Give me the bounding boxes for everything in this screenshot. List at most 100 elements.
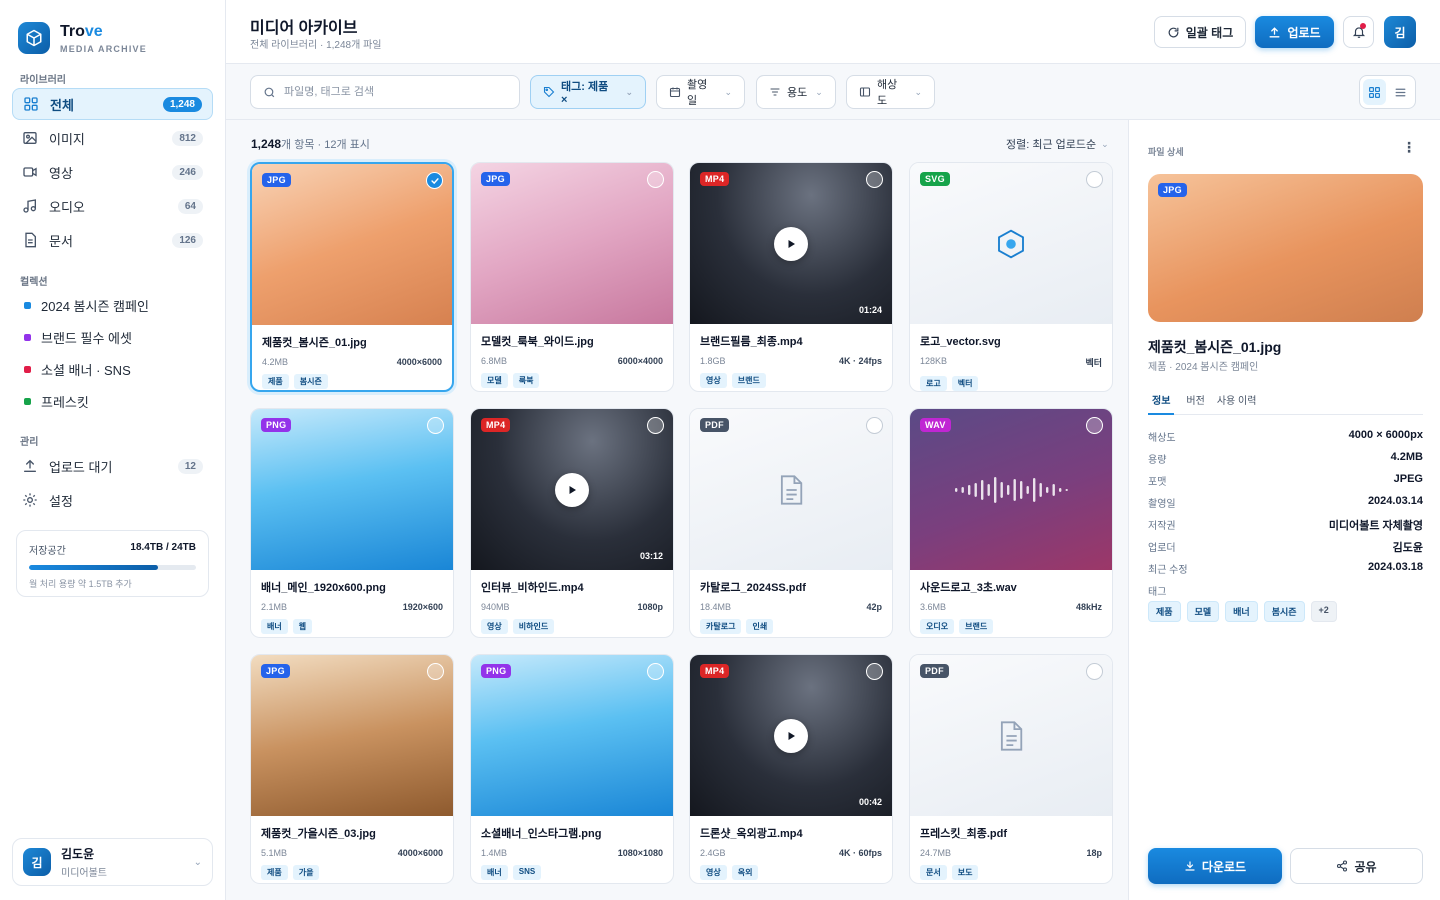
tag-chip[interactable]: 모델 [481, 373, 508, 388]
list-view-button[interactable] [1389, 79, 1412, 105]
detail-tag-chip[interactable]: 배너 [1225, 601, 1258, 622]
select-checkbox[interactable] [1086, 663, 1103, 680]
file-card[interactable]: SVG 로고_vector.svg 128KB 벡터 로고 벡터 [909, 162, 1113, 392]
detail-tag-chip[interactable]: 제품 [1148, 601, 1181, 622]
filter-filter[interactable]: 용도 ⌄ [756, 75, 836, 109]
file-card[interactable]: PDF 카탈로그_2024SS.pdf 18.4MB 42p 카탈로그 인쇄 [689, 408, 893, 638]
bulk-tag-button[interactable]: 일괄 태그 [1154, 16, 1246, 48]
file-info: 제품컷_봄시즌_01.jpg 4.2MB 4000×6000 제품 봄시즌 [262, 334, 442, 389]
tag-chip[interactable]: 영상 [700, 373, 727, 388]
tag-chip[interactable]: 로고 [920, 376, 947, 391]
sidebar-item-video[interactable]: 영상 246 [12, 156, 213, 188]
file-card[interactable]: MP4 00:42 드론샷_옥외광고.mp4 2.4GB 4K · 60fps 영상 옥외 [689, 654, 893, 884]
file-card[interactable]: PDF 프레스킷_최종.pdf 24.7MB 18p 문서 보도 [909, 654, 1113, 884]
collection-item[interactable]: 2024 봄시즌 캠페인 [12, 289, 213, 321]
brand[interactable]: Trove MEDIA ARCHIVE [18, 22, 147, 54]
tag-chip[interactable]: 비하인드 [512, 619, 555, 634]
notifications-button[interactable] [1343, 16, 1374, 48]
tag-chip[interactable]: 브랜드 [731, 373, 766, 388]
tag-chip[interactable]: 가을 [292, 865, 320, 880]
file-card[interactable]: PNG 배너_메인_1920x600.png 2.1MB 1920×600 배너 웹 [250, 408, 454, 638]
select-checkbox[interactable] [647, 663, 664, 680]
share-button[interactable]: 공유 [1290, 848, 1423, 884]
search-input[interactable] [284, 86, 494, 98]
play-icon[interactable] [774, 718, 808, 753]
sidebar-item-music[interactable]: 오디오 64 [12, 190, 213, 222]
file-type-badge: MP4 [700, 664, 730, 678]
collection-item[interactable]: 소셜 배너 · SNS [12, 353, 213, 385]
select-checkbox[interactable] [427, 417, 444, 434]
filter-resolution[interactable]: 해상도 ⌄ [846, 75, 935, 109]
upload-button[interactable]: 업로드 [1255, 16, 1334, 48]
share-icon [1336, 860, 1348, 872]
select-checkbox[interactable] [647, 171, 664, 188]
sidebar-item-image[interactable]: 이미지 812 [12, 122, 213, 154]
tab-info[interactable]: 정보 [1148, 392, 1175, 415]
count-badge: 12 [177, 458, 203, 474]
select-checkbox[interactable] [426, 172, 443, 189]
file-thumbnail: MP4 01:24 [690, 163, 892, 324]
file-card[interactable]: MP4 03:12 인터뷰_비하인드.mp4 940MB 1080p 영상 비하인드 [470, 408, 674, 638]
more-options-icon[interactable]: ⋮ [1402, 140, 1416, 154]
tag-chip[interactable]: SNS [512, 865, 542, 880]
tag-chip[interactable]: 옥외 [731, 865, 759, 880]
search-box[interactable] [250, 75, 520, 109]
tag-chip[interactable]: 봄시즌 [293, 374, 328, 389]
select-checkbox[interactable] [647, 417, 664, 434]
tag-chip[interactable]: 배너 [481, 865, 508, 880]
file-card[interactable]: WAV 사운드로고_3초.wav 3.6MB 48kHz 오디오 브랜드 [909, 408, 1113, 638]
tag-chip[interactable]: 제품 [262, 374, 289, 389]
sidebar-item-upload[interactable]: 업로드 대기 12 [12, 450, 213, 482]
select-checkbox[interactable] [1086, 417, 1103, 434]
file-card[interactable]: PNG 소셜배너_인스타그램.png 1.4MB 1080×1080 배너 SNS [470, 654, 674, 884]
detail-property-row: 저작권 미디어볼트 자체촬영 [1148, 517, 1423, 533]
header-avatar[interactable]: 김 [1384, 16, 1416, 48]
tag-chip[interactable]: 브랜드 [959, 619, 994, 634]
file-card[interactable]: JPG 제품컷_봄시즌_01.jpg 4.2MB 4000×6000 제품 봄시즌 [250, 162, 454, 392]
select-checkbox[interactable] [427, 663, 444, 680]
file-card[interactable]: JPG 제품컷_가을시즌_03.jpg 5.1MB 4000×6000 제품 가을 [250, 654, 454, 884]
select-checkbox[interactable] [866, 417, 883, 434]
tag-chip[interactable]: 룩북 [512, 373, 540, 388]
file-info: 사운드로고_3초.wav 3.6MB 48kHz 오디오 브랜드 [920, 579, 1102, 634]
tag-chip[interactable]: 영상 [481, 619, 508, 634]
tag-chip[interactable]: 인쇄 [746, 619, 774, 634]
tag-chip[interactable]: 영상 [700, 865, 727, 880]
sidebar-item-document[interactable]: 문서 126 [12, 224, 213, 256]
tag-chip[interactable]: 배너 [261, 619, 288, 634]
tag-chip[interactable]: 보도 [951, 865, 979, 880]
tag-chip[interactable]: 문서 [920, 865, 947, 880]
tag-chip[interactable]: 웹 [292, 619, 313, 634]
file-card[interactable]: MP4 01:24 브랜드필름_최종.mp4 1.8GB 4K · 24fps 영상 브랜드 [689, 162, 893, 392]
upload-icon [22, 458, 38, 474]
tag-chip[interactable]: 제품 [261, 865, 288, 880]
select-checkbox[interactable] [1086, 171, 1103, 188]
filter-tag[interactable]: 태그: 제품 × ⌄ [530, 75, 646, 109]
collection-item[interactable]: 프레스킷 [12, 385, 213, 417]
music-icon [22, 198, 38, 214]
detail-tag-chip[interactable]: 모델 [1186, 601, 1220, 622]
tag-chip[interactable]: 카탈로그 [700, 619, 742, 634]
tab-versions[interactable]: 버전 [1186, 392, 1204, 414]
collection-item[interactable]: 브랜드 필수 에셋 [12, 321, 213, 353]
download-button[interactable]: 다운로드 [1148, 848, 1282, 884]
sort-dropdown[interactable]: 정렬: 최근 업로드순 ⌄ [1006, 136, 1109, 152]
tag-chip[interactable]: 오디오 [920, 619, 955, 634]
sidebar-item-grid[interactable]: 전체 1,248 [12, 88, 213, 120]
filter-calendar[interactable]: 촬영일 ⌄ [656, 75, 745, 109]
sidebar-item-settings[interactable]: 설정 [12, 484, 213, 516]
tab-usage-history[interactable]: 사용 이력 [1217, 392, 1257, 414]
play-icon[interactable] [555, 472, 589, 507]
tag-chip[interactable]: 벡터 [951, 376, 979, 391]
count-badge: 126 [172, 232, 203, 248]
select-checkbox[interactable] [866, 663, 883, 680]
detail-tag-chip[interactable]: 봄시즌 [1263, 601, 1305, 622]
more-tags-chip[interactable]: +2 [1310, 601, 1337, 622]
grid-view-button[interactable] [1363, 79, 1386, 105]
file-card[interactable]: JPG 모델컷_룩북_와이드.jpg 6.8MB 6000×4000 모델 룩북 [470, 162, 674, 392]
user-menu[interactable]: 김 김도윤 미디어볼트 ⌄ [12, 838, 213, 886]
play-icon[interactable] [774, 226, 808, 261]
select-checkbox[interactable] [866, 171, 883, 188]
file-type-badge: MP4 [700, 172, 730, 186]
detail-preview: JPG [1148, 174, 1423, 322]
